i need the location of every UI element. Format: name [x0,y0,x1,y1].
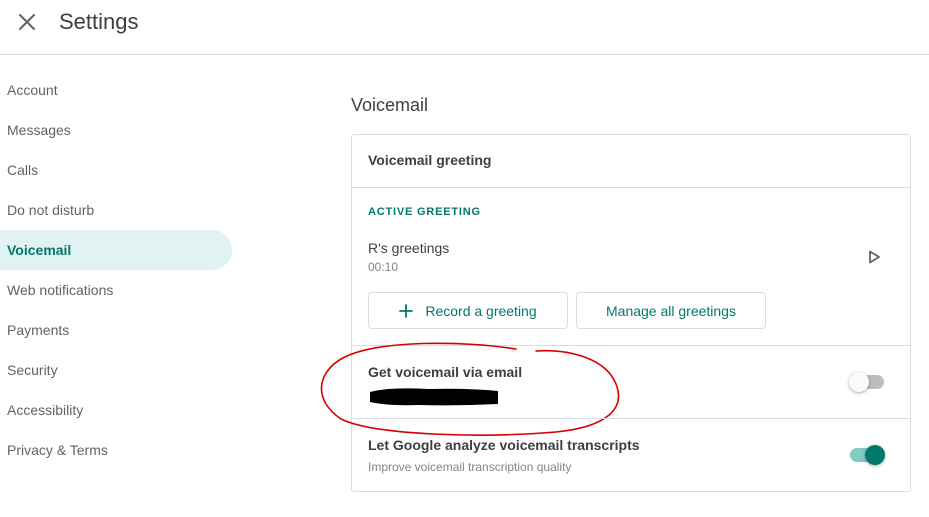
voicemail-card: Voicemail greeting ACTIVE GREETING R's g… [320,134,911,492]
sidebar-item-security[interactable]: Security [0,350,232,390]
sidebar-item-privacy-terms[interactable]: Privacy & Terms [0,430,232,470]
divider [352,345,910,346]
toggle-thumb [849,372,869,392]
sidebar-item-payments[interactable]: Payments [0,310,232,350]
toggle-thumb [865,445,885,465]
divider [352,418,910,419]
section-title: Voicemail [351,95,429,115]
manage-greetings-button[interactable]: Manage all greetings [576,292,766,329]
sidebar-item-accessibility[interactable]: Accessibility [0,390,232,430]
manage-greetings-label: Manage all greetings [606,302,736,319]
sidebar-item-voicemail[interactable]: Voicemail [0,230,232,270]
record-greeting-label: Record a greeting [425,302,537,319]
play-icon [869,250,880,264]
analyze-transcripts-heading: Let Google analyze voicemail transcripts [368,437,640,453]
email-voicemail-heading: Get voicemail via email [368,364,523,380]
redacted-email-scribble [370,388,498,406]
sidebar-item-do-not-disturb[interactable]: Do not disturb [0,190,232,230]
sidebar-item-messages[interactable]: Messages [0,110,232,150]
divider [352,187,910,188]
page-title: Settings [59,9,139,34]
settings-header: Settings [0,0,929,55]
voicemail-greeting-heading: Voicemail greeting [368,152,492,168]
analyze-transcripts-toggle[interactable] [849,445,885,465]
sidebar-item-web-notifications[interactable]: Web notifications [0,270,232,310]
greeting-name: R's greetings [368,240,450,256]
greeting-duration: 00:10 [368,260,399,274]
sidebar-item-calls[interactable]: Calls [0,150,232,190]
analyze-transcripts-subtext: Improve voicemail transcription quality [368,460,572,474]
play-greeting-button[interactable] [864,247,884,267]
active-greeting-label: ACTIVE GREETING [368,206,481,218]
close-button[interactable] [14,9,40,35]
sidebar-item-account[interactable]: Account [0,70,232,110]
record-greeting-button[interactable]: Record a greeting [368,292,568,329]
settings-sidebar: Account Messages Calls Do not disturb Vo… [0,70,232,470]
plus-icon [399,303,414,318]
email-voicemail-toggle[interactable] [849,372,885,392]
close-icon [19,14,35,30]
